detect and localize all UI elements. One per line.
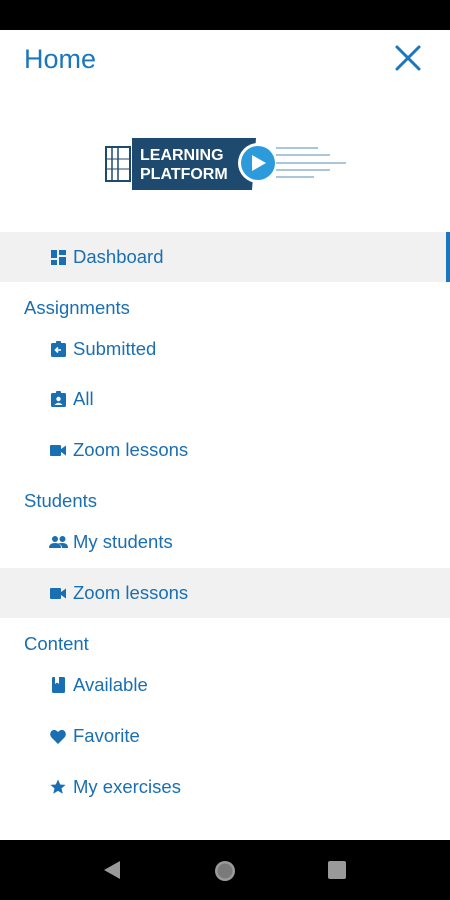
status-bar — [0, 0, 450, 30]
menu-item-dashboard[interactable]: Dashboard — [0, 232, 450, 282]
videocam-icon — [50, 442, 66, 458]
recents-button[interactable] — [327, 860, 347, 885]
menu-item-submitted[interactable]: Submitted — [0, 324, 450, 374]
drawer-header: Home — [0, 30, 450, 90]
back-icon — [104, 861, 120, 879]
menu-item-my-students[interactable]: My students — [0, 517, 450, 567]
page-title: Home — [24, 44, 97, 74]
menu-item-label: Zoom lessons — [73, 439, 189, 460]
menu-item-label: Available — [73, 674, 148, 695]
section-heading-content: Content — [24, 633, 89, 654]
menu-item-label: All — [73, 388, 94, 409]
book-icon — [50, 677, 66, 693]
assignment-ind-icon — [50, 391, 66, 407]
menu-item-label: Submitted — [73, 338, 157, 359]
menu-item-label: Zoom lessons — [73, 582, 189, 603]
menu-item-label: My students — [73, 531, 173, 552]
menu-item-my-exercises[interactable]: My exercises — [0, 762, 450, 812]
menu-item-available[interactable]: Available — [0, 660, 450, 710]
menu-item-label: Dashboard — [73, 246, 164, 267]
logo-text-line2: PLATFORM — [140, 166, 228, 183]
menu-item-label: Favorite — [73, 725, 140, 746]
section-heading-assignments: Assignments — [24, 297, 130, 318]
close-button[interactable] — [390, 40, 426, 76]
menu-item-all-assignments[interactable]: All — [0, 374, 450, 424]
dashboard-icon — [50, 249, 66, 265]
section-heading-students: Students — [24, 490, 98, 511]
assignment-return-icon — [50, 341, 66, 357]
system-navigation-bar — [0, 840, 450, 900]
menu-item-assignments-zoom-lessons[interactable]: Zoom lessons — [0, 425, 450, 475]
menu-item-students-zoom-lessons[interactable]: Zoom lessons — [0, 568, 450, 618]
people-icon — [48, 534, 68, 550]
home-circle-icon — [215, 861, 235, 881]
back-button[interactable] — [101, 859, 123, 886]
menu-item-label: My exercises — [73, 776, 181, 797]
star-icon — [50, 779, 66, 795]
menu-item-favorite[interactable]: Favorite — [0, 711, 450, 761]
heart-icon — [50, 728, 66, 744]
videocam-icon — [50, 585, 66, 601]
recents-icon — [328, 861, 346, 879]
learning-platform-logo: LEARNING PLATFORM — [104, 135, 348, 193]
close-icon — [395, 45, 421, 71]
logo-text-line1: LEARNING — [140, 147, 224, 164]
home-button[interactable] — [213, 859, 237, 888]
